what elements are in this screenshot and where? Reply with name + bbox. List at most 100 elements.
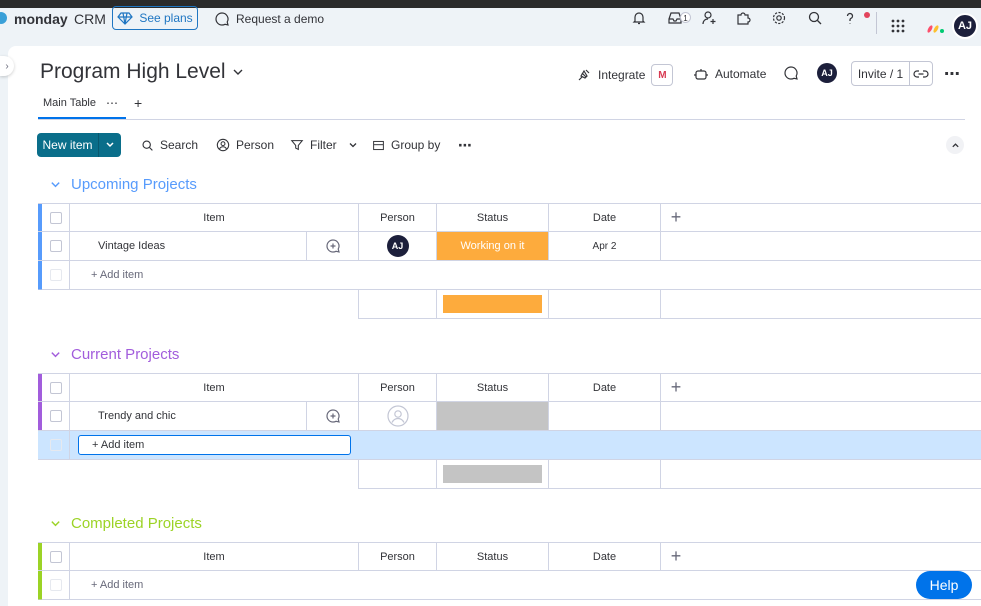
column-header-item[interactable]: Item [70,374,359,401]
summary-date-cell [549,460,661,488]
new-item-button[interactable]: New item [37,133,121,157]
column-header-person[interactable]: Person [359,204,437,231]
select-all-checkbox[interactable] [49,550,62,563]
chevron-down-icon[interactable] [50,349,61,360]
see-plans-button[interactable]: See plans [112,6,198,30]
new-item-dropdown[interactable] [99,133,121,157]
inbox-count-badge: 1 [680,12,691,23]
group-title[interactable]: Upcoming Projects [71,176,197,193]
brand-name[interactable]: monday [14,11,68,27]
filter-button[interactable]: Filter [290,138,359,152]
search-icon[interactable] [807,10,823,26]
integrate-button[interactable]: Integrate M [576,64,674,86]
board-title[interactable]: Program High Level [40,60,244,84]
summary-status-cell[interactable] [437,460,549,488]
chevron-down-icon[interactable] [50,518,61,529]
tab-options-button[interactable]: ⋯ [106,96,118,110]
robot-icon [694,69,708,80]
summary-status-cell[interactable] [437,290,549,318]
add-item-input[interactable]: + Add item [78,435,351,455]
gear-icon[interactable] [771,10,787,26]
board-title-text: Program High Level [40,60,226,83]
group-title[interactable]: Completed Projects [71,515,202,532]
row-checkbox-cell[interactable] [42,402,70,430]
status-cell[interactable] [437,402,549,430]
add-column-button[interactable]: + [661,204,691,231]
app-grid-icon[interactable] [890,18,906,34]
person-cell[interactable]: AJ [359,232,437,260]
column-header-status[interactable]: Status [437,543,549,570]
group-by-button[interactable]: Group by [372,138,440,152]
column-header-item[interactable]: Item [70,204,359,231]
invite-members-icon[interactable] [701,10,717,26]
user-avatar[interactable]: AJ [952,13,978,39]
search-button[interactable]: Search [141,138,198,152]
select-all-checkbox[interactable] [49,211,62,224]
board-member-avatar[interactable]: AJ [817,63,837,83]
help-question-icon[interactable] [842,10,858,26]
select-all-checkbox[interactable] [49,381,62,394]
item-name-cell[interactable]: Trendy and chic [70,402,307,430]
add-column-button[interactable]: + [661,543,691,570]
date-cell[interactable]: Apr 2 [549,232,661,260]
item-updates-cell[interactable] [307,232,359,260]
add-column-button[interactable]: + [661,374,691,401]
person-cell[interactable] [359,402,437,430]
copy-link-button[interactable] [910,62,932,85]
status-cell[interactable]: Working on it [437,232,549,260]
table-header-row: Item Person Status Date + [38,373,981,402]
automate-button[interactable]: Automate [693,66,766,82]
row-checkbox[interactable] [49,240,62,252]
date-cell[interactable] [549,402,661,430]
invite-label: Invite / 1 [852,62,910,85]
request-demo-button[interactable]: Request a demo [214,11,324,27]
plug-icon [578,69,590,81]
add-item-input[interactable]: + Add item [70,571,981,599]
table-row[interactable]: Trendy and chic [38,402,981,431]
column-header-date[interactable]: Date [549,374,661,401]
column-header-status[interactable]: Status [437,204,549,231]
board-more-menu-button[interactable]: ⋯ [944,64,961,84]
item-updates-cell[interactable] [307,402,359,430]
select-all-checkbox-cell[interactable] [42,204,70,231]
invite-button[interactable]: Invite / 1 [851,61,933,86]
group-title[interactable]: Current Projects [71,346,179,363]
chevron-down-icon[interactable] [50,179,61,190]
summary-date-cell [549,290,661,318]
add-view-button[interactable]: + [134,95,142,111]
item-name-cell[interactable]: Vintage Ideas [70,232,307,260]
add-item-row[interactable]: + Add item [38,261,981,290]
bell-icon[interactable] [631,10,647,26]
toolbar-more-button[interactable]: ⋯ [458,137,472,154]
select-all-checkbox-cell[interactable] [42,543,70,570]
tab-main-table[interactable]: Main Table [43,97,96,109]
person-filter-button[interactable]: Person [216,138,274,152]
topbar-divider [876,12,877,34]
updates-chat-icon[interactable] [783,65,799,81]
column-header-item[interactable]: Item [70,543,359,570]
column-header-date[interactable]: Date [549,543,661,570]
table-row[interactable]: Vintage Ideas AJ Working on it Apr 2 [38,232,981,261]
brand-product[interactable]: CRM [74,11,106,27]
group-header-completed[interactable]: Completed Projects [50,515,202,532]
column-header-status[interactable]: Status [437,374,549,401]
empty-person-icon [386,405,409,427]
help-button[interactable]: Help [916,571,972,599]
collapse-header-button[interactable] [946,136,964,154]
row-checkbox-cell[interactable] [42,232,70,260]
group-header-upcoming[interactable]: Upcoming Projects [50,176,197,193]
column-header-date[interactable]: Date [549,204,661,231]
see-plans-label: See plans [139,11,193,25]
row-checkbox[interactable] [49,410,62,422]
select-all-checkbox-cell[interactable] [42,374,70,401]
column-header-person[interactable]: Person [359,374,437,401]
apps-puzzle-icon[interactable] [735,10,751,26]
add-item-row[interactable]: + Add item [38,571,981,600]
add-update-icon [325,239,340,253]
add-item-row[interactable]: + Add item [38,431,981,460]
group-header-current[interactable]: Current Projects [50,346,179,363]
add-item-input[interactable]: + Add item [70,261,981,289]
chevron-down-icon[interactable] [347,139,359,151]
chevron-down-icon [233,69,243,75]
column-header-person[interactable]: Person [359,543,437,570]
